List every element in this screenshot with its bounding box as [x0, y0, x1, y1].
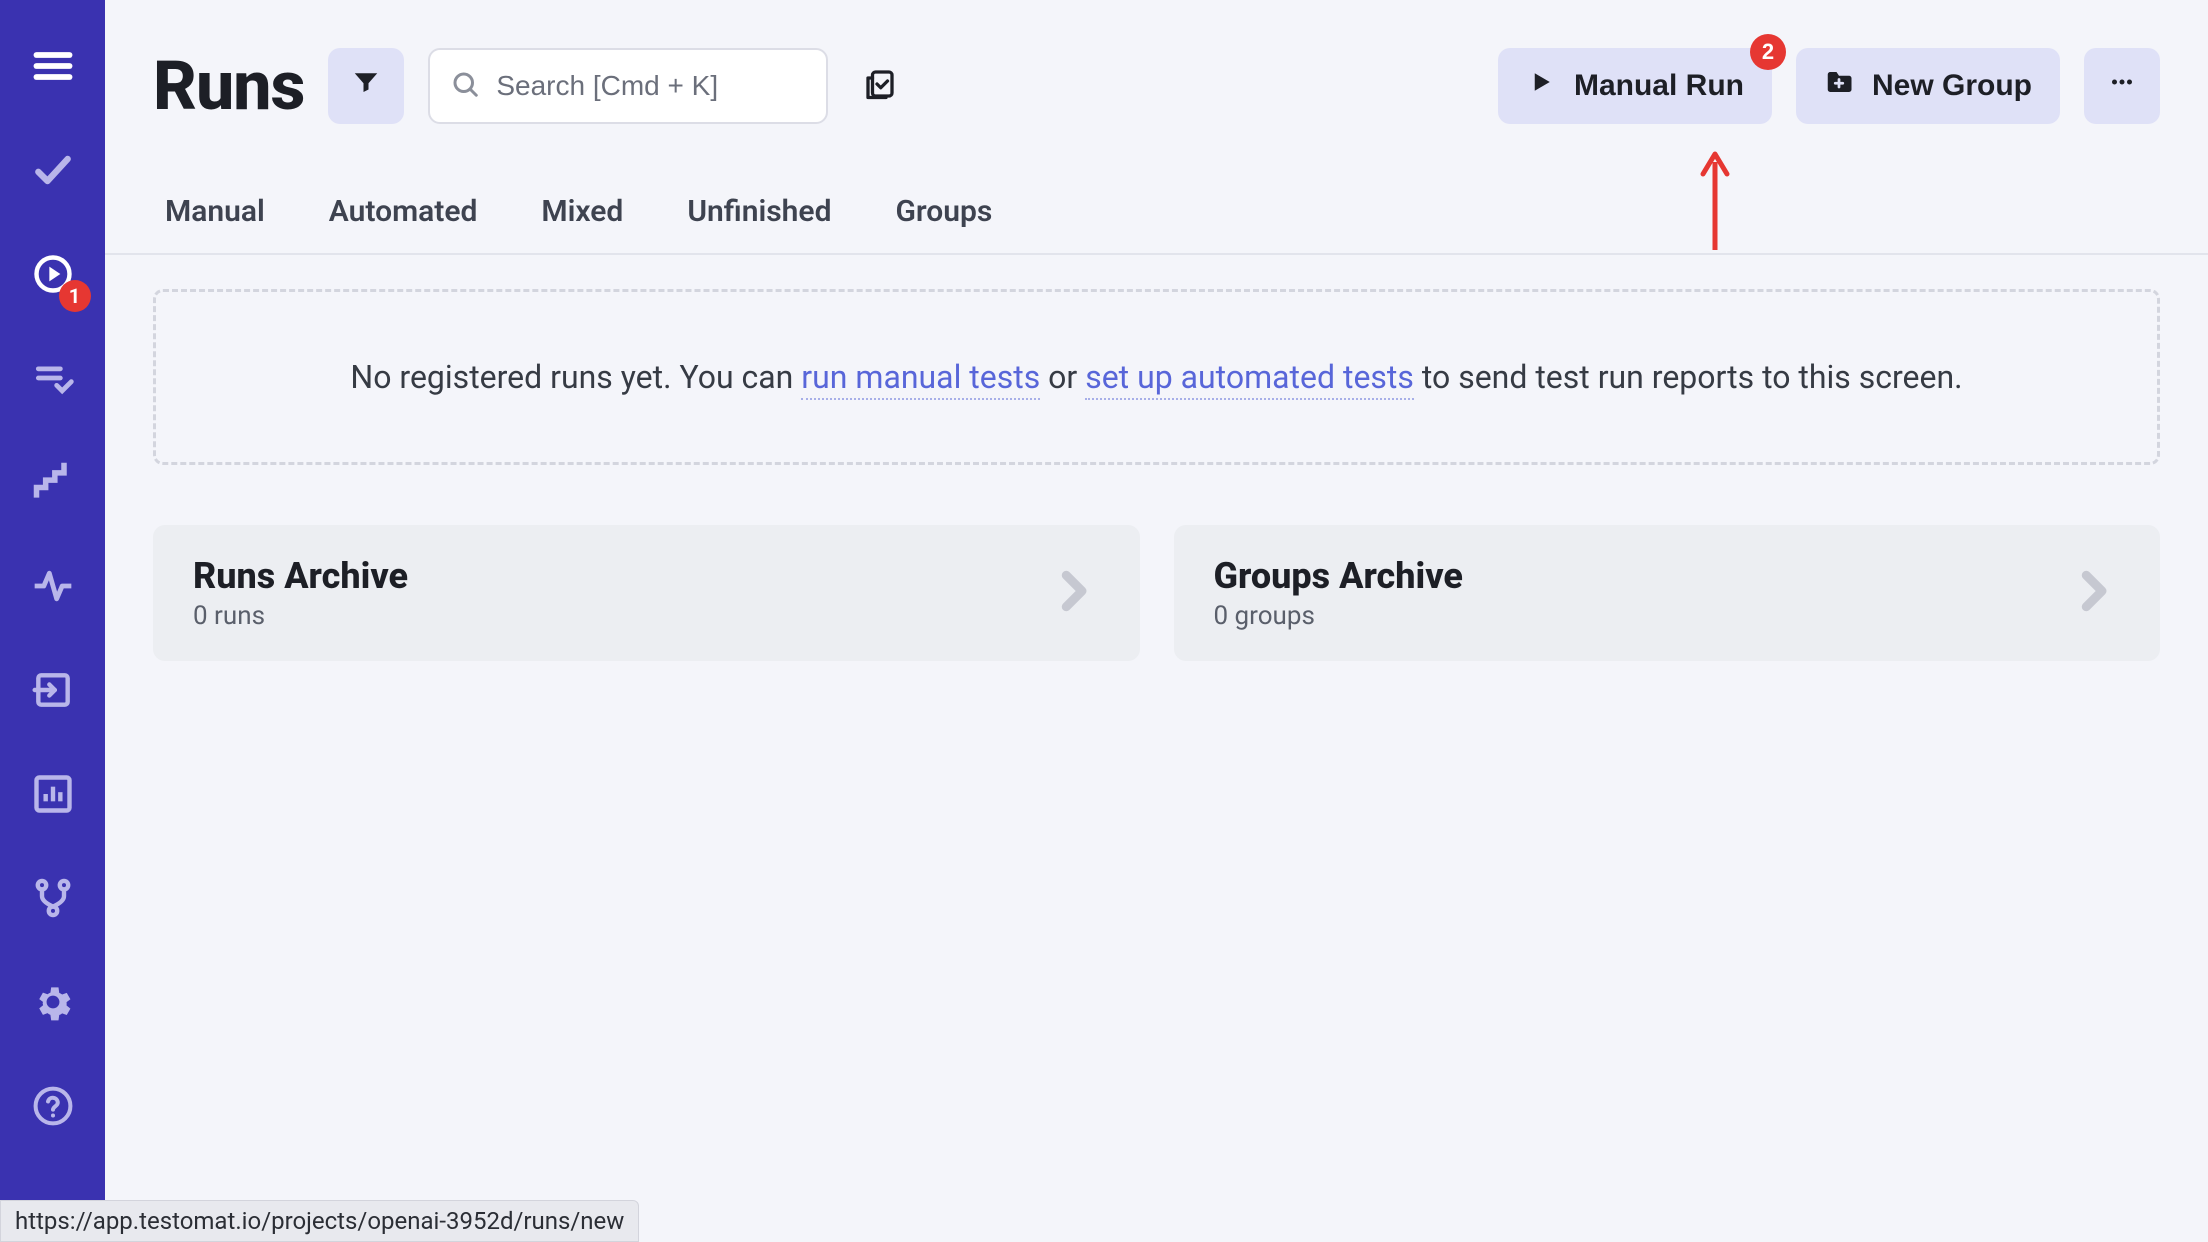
sidebar-runs-badge: 1	[59, 280, 91, 312]
sidebar-item-pulse[interactable]	[21, 554, 85, 618]
manual-run-button[interactable]: Manual Run 2	[1498, 48, 1772, 124]
chevron-right-icon	[2066, 564, 2120, 622]
sidebar-item-branches[interactable]	[21, 866, 85, 930]
manual-run-label: Manual Run	[1574, 69, 1744, 103]
search-input[interactable]	[496, 70, 806, 102]
more-button[interactable]	[2084, 48, 2160, 124]
menu-icon	[31, 44, 75, 88]
sidebar-item-import[interactable]	[21, 658, 85, 722]
runs-archive-title: Runs Archive	[193, 555, 408, 597]
sidebar-item-help[interactable]	[21, 1074, 85, 1138]
sidebar-item-tests[interactable]	[21, 138, 85, 202]
runs-archive-sub: 0 runs	[193, 601, 408, 631]
groups-archive-card[interactable]: Groups Archive 0 groups	[1174, 525, 2161, 661]
tab-manual[interactable]: Manual	[165, 194, 265, 253]
tab-groups[interactable]: Groups	[895, 194, 992, 253]
help-icon	[31, 1084, 75, 1128]
sidebar-item-steps[interactable]	[21, 450, 85, 514]
bar-chart-icon	[31, 772, 75, 816]
sidebar-item-settings[interactable]	[21, 970, 85, 1034]
filter-icon	[351, 67, 381, 105]
sidebar: 1	[0, 0, 105, 1242]
sidebar-item-runs[interactable]: 1	[21, 242, 85, 306]
empty-text-post: to send test run reports to this screen.	[1414, 358, 1963, 396]
new-group-button[interactable]: New Group	[1796, 48, 2060, 124]
runs-archive-card[interactable]: Runs Archive 0 runs	[153, 525, 1140, 661]
archive-cards: Runs Archive 0 runs Groups Archive 0 gro…	[153, 525, 2160, 661]
import-icon	[31, 668, 75, 712]
new-group-label: New Group	[1872, 69, 2032, 103]
tab-automated[interactable]: Automated	[329, 194, 478, 253]
play-icon	[1526, 67, 1556, 105]
status-bar-url: https://app.testomat.io/projects/openai-…	[0, 1200, 639, 1242]
stairs-icon	[31, 460, 75, 504]
gear-icon	[31, 980, 75, 1024]
search-icon	[450, 69, 480, 103]
sidebar-item-menu[interactable]	[21, 34, 85, 98]
page-title: Runs	[153, 46, 304, 126]
header: Runs Manual Run 2	[105, 0, 2208, 126]
empty-text-pre: No registered runs yet. You can	[350, 358, 801, 396]
filter-button[interactable]	[328, 48, 404, 124]
run-manual-tests-link[interactable]: run manual tests	[801, 358, 1040, 400]
copy-tests-button[interactable]	[856, 62, 904, 110]
manual-run-badge: 2	[1750, 34, 1786, 70]
sidebar-item-list-check[interactable]	[21, 346, 85, 410]
tab-unfinished[interactable]: Unfinished	[687, 194, 831, 253]
pulse-icon	[31, 564, 75, 608]
folder-plus-icon	[1824, 67, 1854, 105]
chevron-right-icon	[1046, 564, 1100, 622]
empty-state: No registered runs yet. You can run manu…	[153, 289, 2160, 465]
tabs: Manual Automated Mixed Unfinished Groups	[105, 126, 2208, 255]
groups-archive-sub: 0 groups	[1214, 601, 1463, 631]
groups-archive-title: Groups Archive	[1214, 555, 1463, 597]
tab-mixed[interactable]: Mixed	[541, 194, 623, 253]
dots-icon	[2107, 67, 2137, 105]
list-check-icon	[31, 356, 75, 400]
search-input-wrap[interactable]	[428, 48, 828, 124]
check-icon	[31, 148, 75, 192]
main: Runs Manual Run 2	[105, 0, 2208, 1242]
clipboard-check-icon	[862, 66, 898, 106]
sidebar-item-analytics[interactable]	[21, 762, 85, 826]
git-branch-icon	[31, 876, 75, 920]
setup-automated-tests-link[interactable]: set up automated tests	[1085, 358, 1414, 400]
empty-text-mid: or	[1040, 358, 1085, 396]
